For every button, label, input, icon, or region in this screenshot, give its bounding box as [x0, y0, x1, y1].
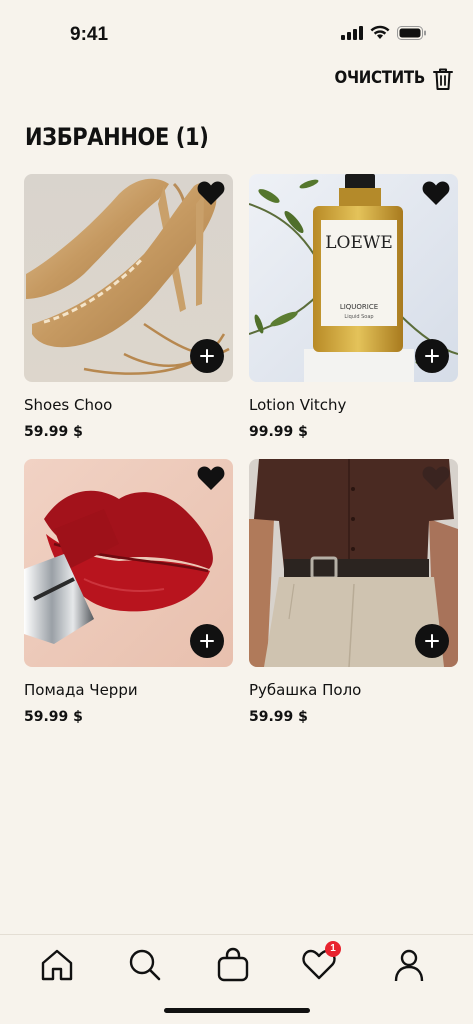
product-name: Помада Черри: [24, 681, 138, 699]
profile-icon: [394, 949, 424, 982]
battery-icon: [397, 25, 426, 40]
product-card[interactable]: Shoes Choo 59.99 $: [24, 174, 233, 454]
product-name: Lotion Vitchy: [249, 396, 347, 414]
product-card[interactable]: Помада Черри 59.99 $: [24, 459, 233, 739]
product-price: 59.99 $: [24, 709, 83, 725]
tab-search[interactable]: [127, 947, 163, 983]
product-price: 59.99 $: [24, 424, 83, 440]
product-name: Shoes Choo: [24, 396, 113, 414]
favorite-heart-icon[interactable]: [422, 465, 450, 491]
product-name: Рубашка Поло: [249, 681, 362, 699]
status-icons: [341, 25, 427, 40]
trash-icon[interactable]: [432, 67, 454, 91]
product-image-polo[interactable]: [249, 459, 458, 667]
tab-bag[interactable]: [215, 947, 251, 983]
favorite-heart-icon[interactable]: [197, 180, 225, 206]
header: ОЧИСТИТЬ: [0, 60, 473, 100]
clear-button[interactable]: ОЧИСТИТЬ: [335, 67, 426, 88]
tab-home[interactable]: [39, 947, 75, 983]
favorite-heart-icon[interactable]: [422, 180, 450, 206]
tab-favorites[interactable]: 1: [301, 941, 341, 983]
favorite-heart-icon[interactable]: [197, 465, 225, 491]
favorites-badge: 1: [325, 941, 341, 957]
add-to-cart-button[interactable]: [190, 624, 224, 658]
product-image-lotion[interactable]: LOEWE LIQUORICE Liquid Soap: [249, 174, 458, 382]
product-price: 99.99 $: [249, 424, 308, 440]
search-icon: [129, 949, 161, 981]
home-indicator: [164, 1008, 310, 1013]
product-image-shoes[interactable]: [24, 174, 233, 382]
add-to-cart-button[interactable]: [415, 339, 449, 373]
bottle-product-text: LIQUORICE: [340, 303, 378, 311]
bag-icon: [217, 947, 249, 982]
tab-profile[interactable]: [391, 947, 427, 983]
product-card[interactable]: LOEWE LIQUORICE Liquid Soap Lotion Vitch…: [249, 174, 458, 454]
bottle-subtitle-text: Liquid Soap: [344, 314, 373, 320]
status-time: 9:41: [70, 24, 109, 45]
wifi-icon: [370, 25, 390, 39]
signal-icon: [341, 25, 363, 40]
product-price: 59.99 $: [249, 709, 308, 725]
product-card[interactable]: Рубашка Поло 59.99 $: [249, 459, 458, 739]
page-title: ИЗБРАННОЕ (1): [25, 123, 209, 151]
add-to-cart-button[interactable]: [415, 624, 449, 658]
home-icon: [41, 949, 73, 981]
product-image-lipstick[interactable]: [24, 459, 233, 667]
bottle-brand-text: LOEWE: [325, 233, 393, 253]
add-to-cart-button[interactable]: [190, 339, 224, 373]
